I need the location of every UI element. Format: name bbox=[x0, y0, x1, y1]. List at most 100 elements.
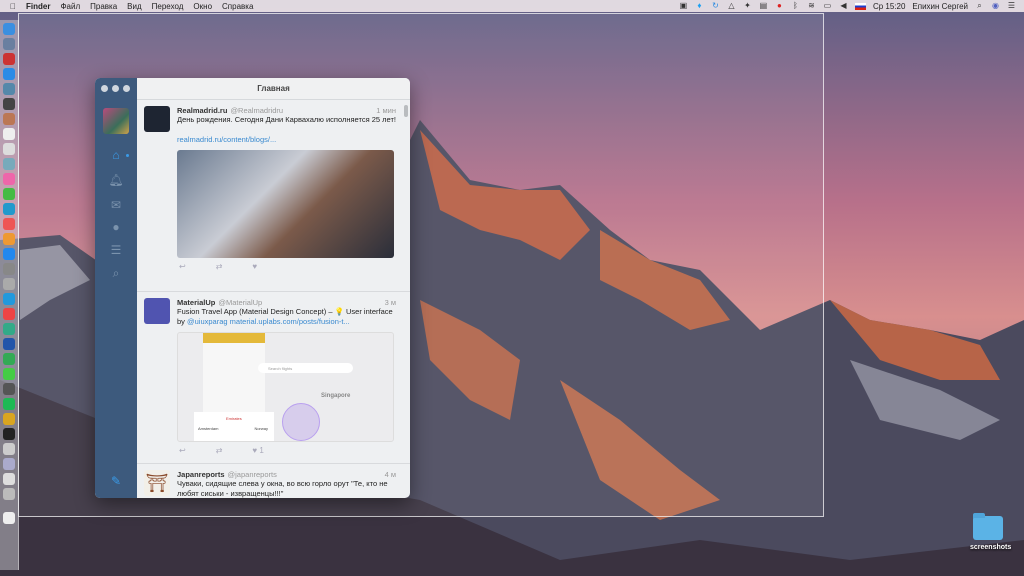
trash-dock-icon[interactable] bbox=[3, 512, 15, 524]
zoom-button[interactable] bbox=[123, 85, 130, 92]
menu-window[interactable]: Окно bbox=[193, 2, 212, 11]
tweet[interactable]: MaterialUp @MaterialUp 3 м Fusion Travel A… bbox=[137, 292, 410, 464]
word-dock-icon[interactable] bbox=[3, 338, 15, 350]
app-dock-icon[interactable] bbox=[3, 158, 15, 170]
tweet-link[interactable]: realmadrid.ru/content/blogs/... bbox=[177, 135, 396, 145]
google-drive-icon[interactable]: △ bbox=[727, 2, 736, 10]
messages-envelope-icon[interactable]: ✉ bbox=[108, 198, 124, 212]
upwork-dock-icon[interactable] bbox=[3, 368, 15, 380]
tweet-link[interactable]: material.uplabs.com/posts/fusion-t... bbox=[230, 317, 350, 326]
tweet[interactable]: Realmadrid.ru @Realmadridru 1 мин День рож… bbox=[137, 100, 410, 292]
notes-dock-icon[interactable] bbox=[3, 128, 15, 140]
calendar-icon[interactable]: ▣ bbox=[679, 2, 688, 10]
like-heart-icon[interactable]: ♥ bbox=[252, 262, 257, 271]
home-icon[interactable]: ⌂ bbox=[108, 148, 124, 162]
folder-icon bbox=[973, 513, 1003, 540]
minimize-button[interactable] bbox=[112, 85, 119, 92]
desktop-folder-screenshots[interactable]: screenshots bbox=[970, 513, 1011, 551]
notification-app-icon[interactable]: ● bbox=[775, 2, 784, 10]
bluetooth-icon[interactable]: ᛒ bbox=[791, 2, 800, 10]
image-from-label: Amsterdam bbox=[198, 426, 219, 431]
app-dock-icon[interactable] bbox=[3, 458, 15, 470]
retweet-icon[interactable]: ⇄ bbox=[216, 262, 223, 271]
spotify-dock-icon[interactable] bbox=[3, 398, 15, 410]
notification-center-icon[interactable]: ☰ bbox=[1007, 2, 1016, 10]
app-dock-icon[interactable] bbox=[3, 323, 15, 335]
tweet-handle[interactable]: @Realmadridru bbox=[230, 106, 283, 115]
sync-icon[interactable]: ↻ bbox=[711, 2, 720, 10]
app-dock-icon[interactable] bbox=[3, 413, 15, 425]
siri-icon[interactable]: ◉ bbox=[991, 2, 1000, 10]
menu-help[interactable]: Справка bbox=[222, 2, 253, 11]
app-dock-icon[interactable] bbox=[3, 53, 15, 65]
app-store-dock-icon[interactable] bbox=[3, 248, 15, 260]
window-title: Главная bbox=[137, 78, 410, 100]
airplay-icon[interactable]: ▭ bbox=[823, 2, 832, 10]
telegram-dock-icon[interactable] bbox=[3, 293, 15, 305]
reply-icon[interactable]: ↩ bbox=[179, 262, 186, 271]
tweet-handle[interactable]: @MaterialUp bbox=[218, 298, 262, 307]
menu-finder[interactable]: Finder bbox=[26, 2, 50, 11]
menu-edit[interactable]: Правка bbox=[90, 2, 117, 11]
wifi-icon[interactable]: ≋ bbox=[807, 2, 816, 10]
tweet-author[interactable]: Realmadrid.ru bbox=[177, 106, 227, 115]
tweet-author[interactable]: MaterialUp bbox=[177, 298, 215, 307]
image-city-label: Singapore bbox=[321, 393, 351, 399]
user-avatar[interactable] bbox=[103, 108, 129, 134]
music-dock-icon[interactable] bbox=[3, 218, 15, 230]
clock[interactable]: Ср 15:20 bbox=[873, 2, 905, 11]
notifications-bell-icon[interactable]: 🔔︎ bbox=[108, 173, 124, 187]
tweet-photo[interactable]: Search flights Singapore Emirates Amster… bbox=[177, 332, 394, 442]
app-dock-icon[interactable] bbox=[3, 443, 15, 455]
app-icon[interactable]: ▤ bbox=[759, 2, 768, 10]
app-dock-icon[interactable] bbox=[3, 83, 15, 95]
launchpad-dock-icon[interactable] bbox=[3, 38, 15, 50]
reply-icon[interactable]: ↩ bbox=[179, 446, 186, 455]
tweet-avatar[interactable] bbox=[144, 106, 170, 132]
tweet[interactable]: ⛩ Japanreports @japanreports 4 м Чуваки, с… bbox=[137, 464, 410, 498]
tweet-author[interactable]: Japanreports bbox=[177, 470, 225, 479]
dock bbox=[0, 20, 19, 570]
app-dock-icon[interactable] bbox=[3, 383, 15, 395]
app-dock-icon[interactable] bbox=[3, 353, 15, 365]
tweet-avatar[interactable] bbox=[144, 298, 170, 324]
finder-dock-icon[interactable] bbox=[3, 23, 15, 35]
ibooks-dock-icon[interactable] bbox=[3, 233, 15, 245]
safari-dock-icon[interactable] bbox=[3, 68, 15, 80]
torii-avatar-icon[interactable]: ⛩ bbox=[144, 470, 170, 496]
menu-go[interactable]: Переход bbox=[152, 2, 184, 11]
dropbox-icon[interactable]: ✦ bbox=[743, 2, 752, 10]
close-button[interactable] bbox=[101, 85, 108, 92]
apple-menu-icon[interactable]:  bbox=[10, 2, 16, 11]
app-dock-icon[interactable] bbox=[3, 143, 15, 155]
twitter-icon[interactable]: ♦ bbox=[695, 2, 704, 10]
lists-icon[interactable]: ☰ bbox=[108, 243, 124, 257]
menu-view[interactable]: Вид bbox=[127, 2, 141, 11]
preferences-dock-icon[interactable] bbox=[3, 263, 15, 275]
tweet-time: 1 мин bbox=[376, 106, 396, 115]
input-source-flag-icon[interactable] bbox=[854, 2, 866, 10]
like-button[interactable]: ♥ 1 bbox=[252, 446, 263, 455]
retweet-icon[interactable]: ⇄ bbox=[216, 446, 223, 455]
search-icon[interactable]: ⌕ bbox=[108, 266, 124, 280]
chrome-dock-icon[interactable] bbox=[3, 308, 15, 320]
downloads-dock-icon[interactable] bbox=[3, 473, 15, 485]
tweet-mention[interactable]: @uiuxparag bbox=[187, 317, 228, 326]
tweet-photo[interactable] bbox=[177, 150, 394, 258]
app-dock-icon[interactable] bbox=[3, 98, 15, 110]
menu-file[interactable]: Файл bbox=[60, 2, 80, 11]
photos-dock-icon[interactable] bbox=[3, 173, 15, 185]
user-name[interactable]: Епихин Сергей bbox=[912, 2, 968, 11]
terminal-dock-icon[interactable] bbox=[3, 428, 15, 440]
compose-icon[interactable]: ✎ bbox=[108, 474, 124, 488]
tweet-handle[interactable]: @japanreports bbox=[228, 470, 277, 479]
spotlight-search-icon[interactable]: ⌕ bbox=[975, 2, 984, 10]
messages-dock-icon[interactable] bbox=[3, 188, 15, 200]
documents-dock-icon[interactable] bbox=[3, 488, 15, 500]
profile-icon[interactable]: ● bbox=[108, 220, 124, 234]
volume-icon[interactable]: ◀ bbox=[839, 2, 848, 10]
image-brand-label: Emirates bbox=[226, 416, 242, 421]
app-dock-icon[interactable] bbox=[3, 278, 15, 290]
app-dock-icon[interactable] bbox=[3, 113, 15, 125]
app-dock-icon[interactable] bbox=[3, 203, 15, 215]
